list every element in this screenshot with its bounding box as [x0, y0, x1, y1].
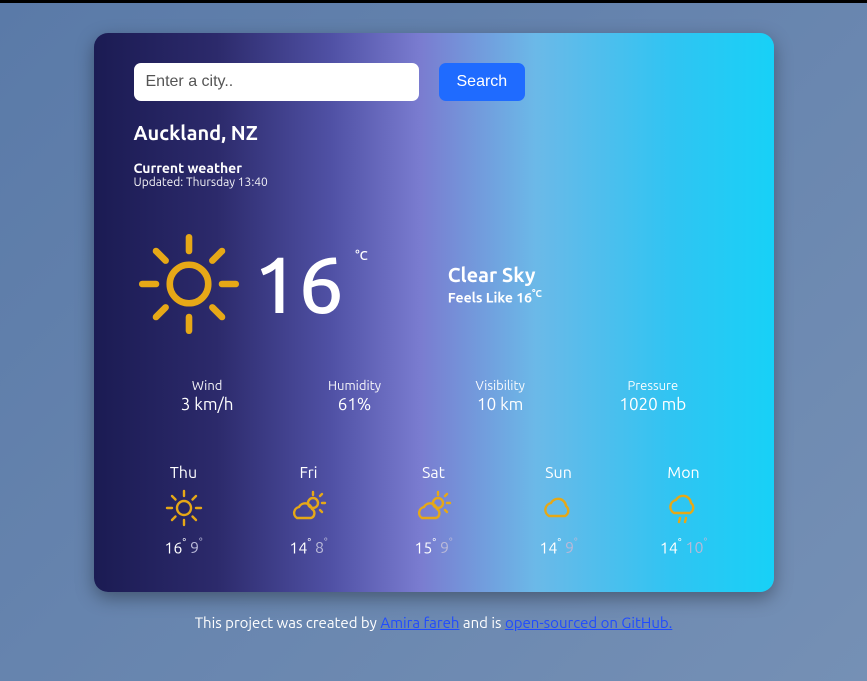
forecast-day: Sun 14°9°	[514, 464, 604, 557]
temp-unit: °C	[355, 250, 367, 263]
metrics-row: Wind 3 km/h Humidity 61% Visibility 10 k…	[134, 379, 734, 414]
forecast-day: Fri 14°8°	[264, 464, 354, 557]
metric-wind: Wind 3 km/h	[181, 379, 234, 414]
current-temperature: 16°C	[254, 244, 368, 324]
forecast-day: Sat 15°9°	[389, 464, 479, 557]
updated-time: Updated: Thursday 13:40	[134, 176, 734, 189]
sun-icon	[134, 229, 244, 339]
condition-column: Clear Sky Feels Like 16°C	[448, 263, 542, 306]
city-search-input[interactable]	[134, 63, 419, 101]
cloud-icon	[539, 488, 579, 528]
weather-card: Search Auckland, NZ Current weather Upda…	[94, 33, 774, 592]
current-weather-label: Current weather	[134, 160, 734, 176]
forecast-day: Mon 14°10°	[639, 464, 729, 557]
forecast-day: Thu 16°9°	[139, 464, 229, 557]
sun-icon	[164, 488, 204, 528]
location-title: Auckland, NZ	[134, 121, 734, 144]
metric-visibility: Visibility 10 km	[476, 379, 525, 414]
current-conditions: 16°C Clear Sky Feels Like 16°C	[134, 229, 734, 339]
partly-cloudy-icon	[414, 488, 454, 528]
search-row: Search	[134, 63, 734, 101]
forecast-row: Thu 16°9° Fri 14°8° Sat 15°9° Sun 14°9° …	[134, 464, 734, 562]
metric-humidity: Humidity 61%	[328, 379, 381, 414]
footer: This project was created by Amira fareh …	[195, 614, 673, 631]
current-weather-heading: Current weather Updated: Thursday 13:40	[134, 160, 734, 189]
temp-value: 16	[254, 239, 344, 329]
feels-like: Feels Like 16°C	[448, 288, 542, 306]
github-link[interactable]: open-sourced on GitHub.	[505, 614, 672, 631]
rain-icon	[664, 488, 704, 528]
partly-cloudy-icon	[289, 488, 329, 528]
metric-pressure: Pressure 1020 mb	[619, 379, 686, 414]
condition-text: Clear Sky	[448, 263, 542, 286]
search-button[interactable]: Search	[439, 63, 526, 101]
author-link[interactable]: Amira fareh	[380, 614, 459, 631]
